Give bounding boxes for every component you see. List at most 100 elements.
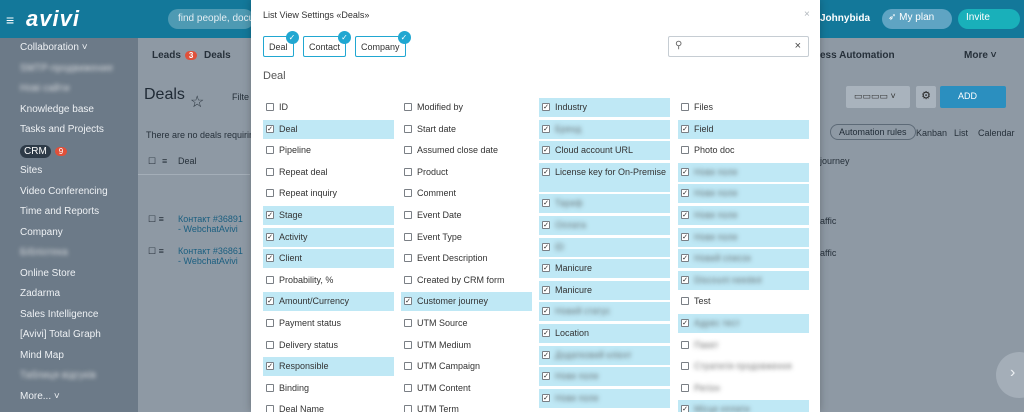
field-option[interactable]: Photo doc — [678, 141, 809, 160]
my-plan-button[interactable]: ➶ My plan — [882, 9, 952, 29]
checkbox-unchecked-icon[interactable] — [266, 383, 274, 392]
field-option[interactable]: ✓ Location — [539, 323, 670, 343]
field-option[interactable]: ✓ Industry — [539, 98, 670, 117]
field-option[interactable]: Регіон — [678, 379, 809, 398]
field-option[interactable]: Event Date — [401, 206, 532, 225]
field-option[interactable]: ✓ Activity — [263, 227, 394, 247]
checkbox-checked-icon[interactable]: ✓ — [542, 199, 550, 208]
checkbox-unchecked-icon[interactable] — [404, 362, 412, 371]
field-option[interactable]: Event Type — [401, 228, 532, 247]
field-option[interactable]: ✓ Нове поле — [539, 388, 670, 408]
checkbox-checked-icon[interactable]: ✓ — [681, 275, 689, 284]
checkbox-unchecked-icon[interactable] — [681, 103, 689, 111]
automation-rules-button[interactable]: Automation rules — [830, 124, 916, 140]
field-option[interactable]: ✓ Deal — [263, 119, 394, 139]
field-option[interactable]: Test — [678, 292, 809, 311]
checkbox-unchecked-icon[interactable] — [404, 275, 412, 284]
view-list[interactable]: List — [954, 128, 968, 138]
checkbox-checked-icon[interactable]: ✓ — [266, 362, 274, 371]
clear-search-icon[interactable]: × — [795, 40, 801, 52]
checkbox-unchecked-icon[interactable] — [266, 340, 274, 349]
field-option[interactable]: ✓ Responsible — [263, 357, 394, 377]
field-option[interactable]: Binding — [263, 379, 394, 398]
checkbox-unchecked-icon[interactable] — [404, 124, 412, 133]
checkbox-checked-icon[interactable]: ✓ — [681, 405, 689, 412]
row-checkbox[interactable]: ☐ ≡ — [148, 246, 164, 257]
deal-column-header[interactable]: Deal — [178, 156, 197, 166]
select-all-checkbox[interactable]: ☐ — [148, 156, 156, 167]
sidebar-item[interactable]: Sites — [0, 161, 138, 182]
tab-deals[interactable]: Deals — [204, 50, 231, 61]
field-option[interactable]: ✓ Manicure — [539, 280, 670, 300]
field-option[interactable]: Пакет — [678, 336, 809, 355]
checkbox-unchecked-icon[interactable] — [266, 146, 274, 155]
field-option[interactable]: Probability, % — [263, 271, 394, 290]
sidebar-item[interactable]: Knowledge base — [0, 100, 138, 121]
checkbox-checked-icon[interactable]: ✓ — [542, 350, 550, 359]
checkbox-unchecked-icon[interactable] — [404, 405, 412, 412]
field-option[interactable]: ✓ ID — [539, 237, 670, 257]
checkbox-unchecked-icon[interactable] — [404, 383, 412, 392]
sidebar-item[interactable]: Бібліотека — [0, 243, 138, 264]
view-dropdown-button[interactable]: ▭▭▭▭ ˅ — [846, 86, 910, 108]
checkbox-checked-icon[interactable]: ✓ — [542, 328, 550, 337]
field-option[interactable]: Event Description — [401, 249, 532, 268]
add-button[interactable]: ADD — [940, 86, 1006, 108]
entity-tab-deal[interactable]: Deal ✓ — [263, 31, 299, 57]
field-search-input[interactable] — [689, 39, 789, 54]
sidebar-item[interactable]: More... ˅ — [0, 387, 138, 408]
checkbox-unchecked-icon[interactable] — [266, 103, 274, 111]
field-option[interactable]: ✓ Customer journey — [401, 292, 532, 312]
checkbox-checked-icon[interactable]: ✓ — [542, 264, 550, 273]
checkbox-checked-icon[interactable]: ✓ — [681, 124, 689, 133]
sidebar-item[interactable]: Online Store — [0, 264, 138, 285]
gear-icon[interactable]: ⚙ — [916, 86, 936, 108]
field-option[interactable]: ✓ Нове поле — [678, 205, 809, 225]
field-option[interactable]: ✓ Додатковий клієнт — [539, 345, 670, 365]
field-option[interactable]: Comment — [401, 184, 532, 203]
checkbox-checked-icon[interactable]: ✓ — [266, 210, 274, 219]
checkbox-checked-icon[interactable]: ✓ — [542, 285, 550, 294]
checkbox-checked-icon[interactable]: ✓ — [542, 103, 550, 111]
field-option[interactable]: ✓ Cloud account URL — [539, 141, 670, 161]
journey-column-header[interactable]: journey — [820, 156, 850, 166]
field-option[interactable]: ✓ Field — [678, 119, 809, 139]
checkbox-unchecked-icon[interactable] — [681, 297, 689, 306]
sidebar-item[interactable]: Zadarma — [0, 284, 138, 305]
user-name[interactable]: Johnybida — [820, 13, 870, 24]
field-option[interactable]: Deal Name — [263, 400, 394, 412]
global-search[interactable]: find people, documents — [168, 9, 254, 29]
checkbox-unchecked-icon[interactable] — [266, 318, 274, 327]
checkbox-unchecked-icon[interactable] — [266, 275, 274, 284]
tab-more[interactable]: More ˅ — [964, 50, 997, 61]
sidebar-item[interactable]: Нові сайти — [0, 79, 138, 100]
sidebar-item[interactable]: Sales Intelligence — [0, 305, 138, 326]
entity-tab-contact[interactable]: Contact ✓ — [303, 31, 352, 57]
checkbox-unchecked-icon[interactable] — [266, 167, 274, 176]
checkbox-unchecked-icon[interactable] — [404, 103, 412, 111]
field-option[interactable]: ✓ Stage — [263, 205, 394, 225]
tab-leads[interactable]: Leads 3 — [152, 50, 198, 61]
field-option[interactable]: ✓ Нове поле — [678, 184, 809, 204]
field-option[interactable]: ✓ Бренд — [539, 119, 670, 139]
checkbox-checked-icon[interactable]: ✓ — [266, 297, 274, 306]
checkbox-checked-icon[interactable]: ✓ — [542, 307, 550, 316]
field-option[interactable]: Files — [678, 98, 809, 117]
entity-tab-company[interactable]: Company ✓ — [355, 31, 411, 57]
field-option[interactable]: UTM Campaign — [401, 357, 532, 376]
checkbox-unchecked-icon[interactable] — [404, 340, 412, 349]
checkbox-checked-icon[interactable]: ✓ — [542, 146, 550, 155]
checkbox-checked-icon[interactable]: ✓ — [681, 210, 689, 219]
checkbox-unchecked-icon[interactable] — [404, 210, 412, 219]
field-option[interactable]: ✓ Адрес тест — [678, 313, 809, 333]
checkbox-unchecked-icon[interactable] — [681, 383, 689, 392]
checkbox-unchecked-icon[interactable] — [681, 146, 689, 155]
checkbox-checked-icon[interactable]: ✓ — [681, 254, 689, 263]
field-option[interactable]: ✓ Місце оплати — [678, 400, 809, 412]
checkbox-unchecked-icon[interactable] — [404, 167, 412, 176]
table-row[interactable]: Контакт #36861 - WebchatAvivi — [178, 246, 248, 266]
field-option[interactable]: Delivery status — [263, 336, 394, 355]
sidebar-item[interactable]: Tasks and Projects — [0, 120, 138, 141]
close-icon[interactable]: × — [804, 9, 810, 20]
tab-process-automation[interactable]: ess Automation — [820, 50, 895, 61]
